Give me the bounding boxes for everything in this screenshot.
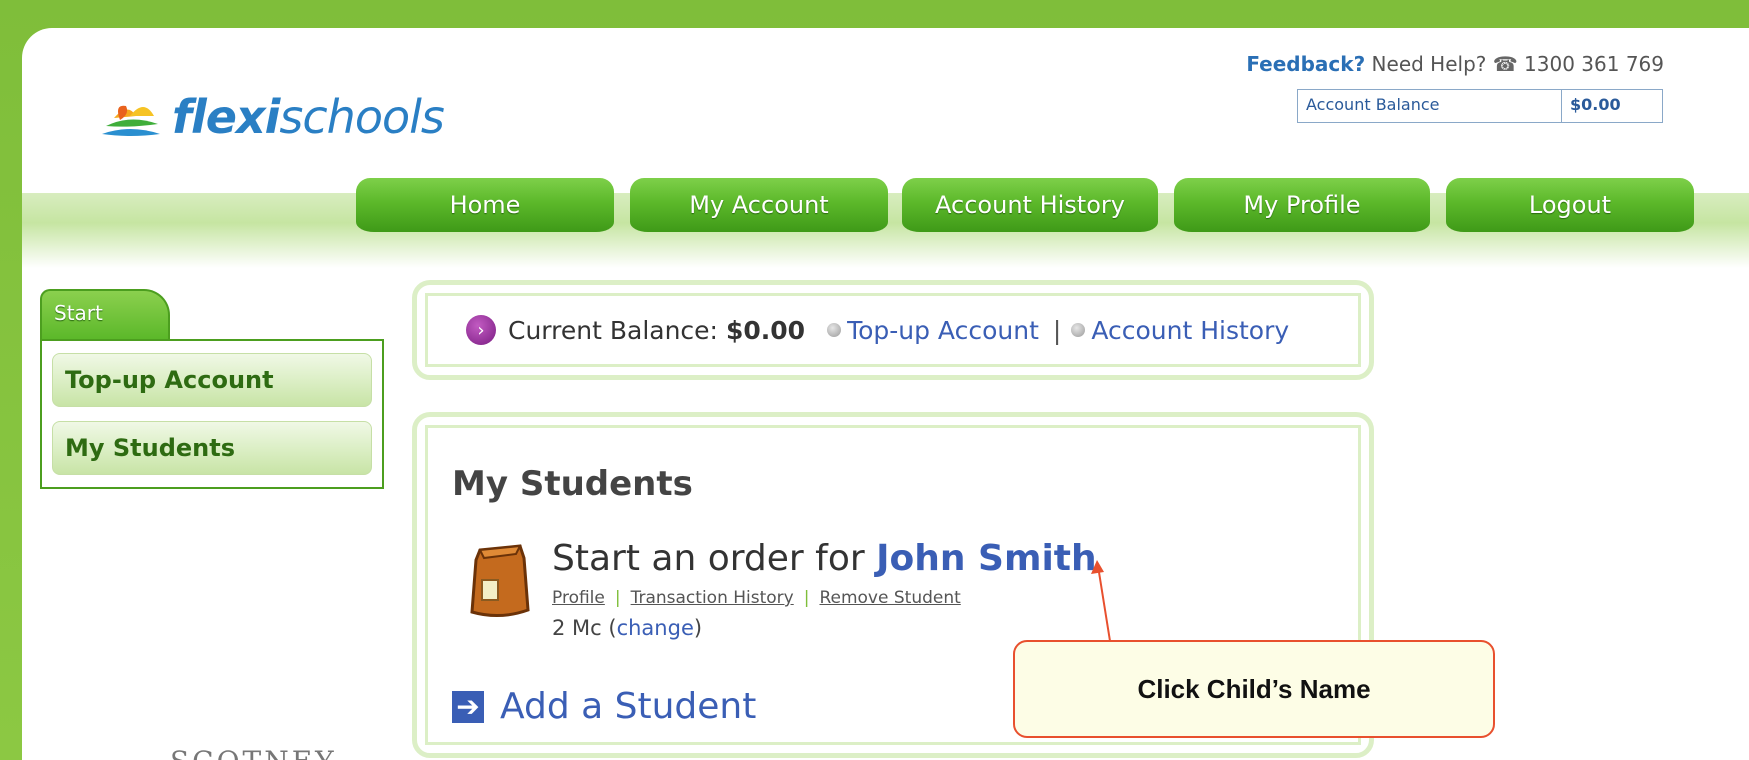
arrow-circle-icon: › [466,315,496,345]
help-bar: Feedback? Need Help? ☎ 1300 361 769 [1246,52,1664,76]
order-line: Start an order for John Smith [552,538,1097,579]
order-prefix: Start an order for [552,538,865,579]
tab-my-profile[interactable]: My Profile [1174,178,1430,232]
student-grade: 2 Mc (change) [552,616,703,640]
student-links: Profile | Transaction History | Remove Stude… [552,588,961,608]
instruction-callout: Click Child’s Name [1013,640,1495,738]
tab-account-history[interactable]: Account History [902,178,1158,232]
flexischools-logo[interactable]: flexi schools [100,82,445,152]
sidebar-item-my-students[interactable]: My Students [52,421,372,475]
current-balance-amount: $0.00 [725,315,806,345]
students-title: My Students [452,464,693,504]
profile-link[interactable]: Profile [552,588,605,608]
sidebar-tab-start[interactable]: Start [40,289,170,339]
account-balance-box: Account Balance $0.00 [1297,89,1663,123]
current-balance-label: Current Balance: [508,315,718,345]
topup-account-link[interactable]: Top-up Account [847,316,1039,345]
grade-text: 2 Mc [552,616,602,640]
remove-student-link[interactable]: Remove Student [819,588,960,608]
arrow-right-icon: ➔ [452,690,484,723]
sidebar-item-topup[interactable]: Top-up Account [52,353,372,407]
balance-panel-inner: › Current Balance: $0.00 Top-up Account … [425,293,1361,367]
phone-number: 1300 361 769 [1524,52,1664,76]
child-name-link[interactable]: John Smith [876,538,1097,579]
phone-icon: ☎ [1492,52,1518,76]
account-balance-value: $0.00 [1570,95,1621,114]
add-student-label: Add a Student [500,686,757,727]
bullet-icon [827,323,842,337]
bullet-icon [1071,323,1086,337]
feedback-link[interactable]: Feedback? [1246,52,1365,76]
account-balance-label: Account Balance [1298,90,1562,122]
logo-text-light: schools [279,90,444,144]
logo-text-bold: flexi [172,90,280,144]
add-student-button[interactable]: ➔ Add a Student [452,686,756,727]
change-grade-link[interactable]: change [617,616,694,640]
need-help-text: Need Help? [1371,52,1487,76]
logo-fan-icon [102,105,160,136]
account-history-link[interactable]: Account History [1091,316,1289,345]
scotney-logo: SCOTNEY [170,745,337,760]
lunch-bag-icon [470,544,530,617]
transaction-history-link[interactable]: Transaction History [631,588,794,608]
balance-panel: › Current Balance: $0.00 Top-up Account … [412,280,1374,380]
sidebar-menu: Top-up Account My Students [40,339,384,489]
tab-logout[interactable]: Logout [1446,178,1694,232]
tab-my-account[interactable]: My Account [630,178,888,232]
link-separator: | [1052,315,1062,345]
tab-home[interactable]: Home [356,178,614,232]
